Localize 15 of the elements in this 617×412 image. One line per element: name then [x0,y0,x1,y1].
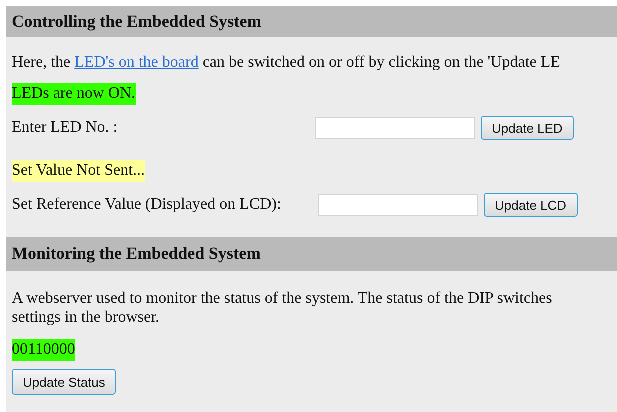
board-link[interactable]: LED's on the board [74,54,199,71]
led-number-label: Enter LED No. : [12,119,119,137]
description-paragraph: A webserver used to monitor the status of the system. The status of the DIP switches settings in the browser. [12,289,554,327]
switch-status-value: 00110000 [12,339,76,361]
section-header: Controlling the Embedded System [6,6,617,37]
section-header: Monitoring the Embedded System [6,237,617,271]
update-led-button[interactable]: Update LED [481,116,574,140]
led-status-message: LEDs are now ON. [12,83,136,105]
reference-value-label: Set Reference Value (Displayed on LCD): [12,196,282,214]
reference-value-field[interactable] [318,194,478,216]
update-lcd-button[interactable]: Update LCD [484,193,578,217]
led-number-field[interactable] [315,117,475,139]
intro-paragraph: Here, the LED's on the board can be switched on or off by clicking on the 'Update LE [12,53,562,73]
lcd-status-message: Set Value Not Sent... [12,160,146,182]
update-status-button[interactable]: Update Status [12,369,116,395]
